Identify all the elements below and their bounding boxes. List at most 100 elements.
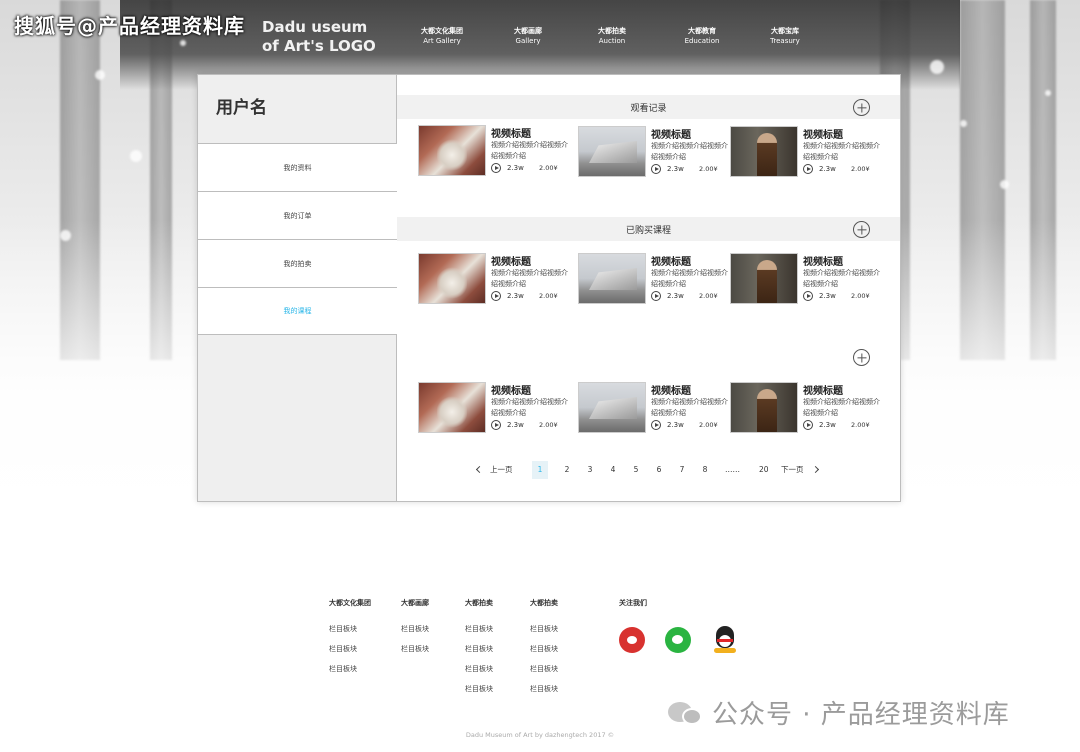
video-thumbnail[interactable] bbox=[578, 126, 646, 177]
video-thumbnail[interactable] bbox=[730, 126, 798, 177]
copyright: Dadu Museum of Art by dazhengtech 2017 © bbox=[465, 731, 615, 739]
history-more-icon[interactable] bbox=[853, 99, 870, 116]
nav-item-gallery[interactable]: 大都画廊 Gallery bbox=[488, 26, 568, 46]
nav-item-auction[interactable]: 大都拍卖 Auction bbox=[572, 26, 652, 46]
play-icon bbox=[651, 291, 661, 301]
sidebar-item-my-courses[interactable]: 我的课程 bbox=[198, 287, 397, 335]
play-icon bbox=[651, 164, 661, 174]
site-logo[interactable]: Dadu useum of Art's LOGO bbox=[262, 18, 376, 56]
video-title[interactable]: 视频标题 bbox=[803, 253, 843, 268]
footer-link[interactable]: 栏目板块 bbox=[401, 644, 429, 664]
sidebar-item-my-auctions[interactable]: 我的拍卖 bbox=[198, 239, 397, 287]
footer-link[interactable]: 栏目板块 bbox=[329, 624, 371, 644]
page-button-4[interactable]: 4 bbox=[608, 461, 618, 479]
next-page-button[interactable]: 下一页 bbox=[781, 461, 804, 479]
page-button-3[interactable]: 3 bbox=[585, 461, 595, 479]
snowflake bbox=[130, 150, 142, 162]
page-button-1[interactable]: 1 bbox=[532, 461, 548, 479]
footer-column-heading: 大都拍卖 bbox=[465, 599, 493, 607]
video-thumbnail[interactable] bbox=[578, 253, 646, 304]
nav-label: 大都教育 bbox=[688, 27, 716, 35]
play-icon bbox=[651, 420, 661, 430]
video-card[interactable]: 视频标题 视频介绍视频介绍视频介绍视频介绍 2.3w 2.00¥ bbox=[730, 253, 886, 305]
video-title[interactable]: 视频标题 bbox=[651, 382, 691, 397]
video-title[interactable]: 视频标题 bbox=[803, 126, 843, 141]
footer-link[interactable]: 栏目板块 bbox=[465, 664, 493, 684]
footer-follow: 关注我们 bbox=[619, 598, 647, 624]
qq-icon[interactable] bbox=[713, 626, 737, 654]
video-card[interactable]: 视频标题 视频介绍视频介绍视频介绍视频介绍 2.3w 2.00¥ bbox=[578, 382, 734, 434]
video-card[interactable]: 视频标题 视频介绍视频介绍视频介绍视频介绍 2.3w 2.00¥ bbox=[418, 382, 574, 434]
video-thumbnail[interactable] bbox=[418, 382, 486, 433]
history-section-header: 观看记录 bbox=[397, 95, 900, 119]
video-card[interactable]: 视频标题 视频介绍视频介绍视频介绍视频介绍 2.3w 2.00¥ bbox=[730, 126, 886, 178]
video-card[interactable]: 视频标题 视频介绍视频介绍视频介绍视频介绍 2.3w 2.00¥ bbox=[578, 253, 734, 305]
prev-chevron-icon[interactable] bbox=[475, 461, 484, 479]
footer-link[interactable]: 栏目板块 bbox=[530, 684, 558, 704]
next-chevron-icon[interactable] bbox=[811, 461, 820, 479]
footer-link[interactable]: 栏目板块 bbox=[329, 664, 371, 684]
snowflake bbox=[180, 40, 186, 46]
nav-item-education[interactable]: 大都教育 Education bbox=[662, 26, 742, 46]
username: 用户名 bbox=[216, 98, 267, 118]
nav-sublabel: Gallery bbox=[515, 37, 541, 45]
page-button-2[interactable]: 2 bbox=[562, 461, 572, 479]
video-title[interactable]: 视频标题 bbox=[491, 382, 531, 397]
footer-link[interactable]: 栏目板块 bbox=[465, 624, 493, 644]
footer-column: 大都拍卖 栏目板块 栏目板块 栏目板块 栏目板块 bbox=[530, 598, 558, 704]
footer-link[interactable]: 栏目板块 bbox=[401, 624, 429, 644]
play-icon bbox=[491, 163, 501, 173]
footer-link[interactable]: 栏目板块 bbox=[465, 644, 493, 664]
view-count: 2.3w bbox=[507, 421, 524, 429]
video-description: 视频介绍视频介绍视频介绍视频介绍 bbox=[491, 398, 568, 417]
video-title[interactable]: 视频标题 bbox=[491, 253, 531, 268]
video-card[interactable]: 视频标题 视频介绍视频介绍视频介绍视频介绍 2.3w 2.00¥ bbox=[578, 126, 734, 178]
page-ellipsis: …… bbox=[725, 465, 740, 474]
page-button-5[interactable]: 5 bbox=[631, 461, 641, 479]
video-description: 视频介绍视频介绍视频介绍视频介绍 bbox=[803, 269, 880, 288]
video-card[interactable]: 视频标题 视频介绍视频介绍视频介绍视频介绍 2.3w 2.00¥ bbox=[418, 125, 574, 177]
view-count: 2.3w bbox=[819, 292, 836, 300]
wechat-icon[interactable] bbox=[665, 627, 691, 653]
pagination: 上一页 1 2 3 4 5 6 7 8 …… 20 下一页 bbox=[397, 461, 900, 481]
video-price: 2.00¥ bbox=[851, 165, 870, 173]
footer-column-heading: 大都文化集团 bbox=[329, 599, 371, 607]
video-title[interactable]: 视频标题 bbox=[651, 253, 691, 268]
page-button-last[interactable]: 20 bbox=[759, 461, 769, 479]
footer-link[interactable]: 栏目板块 bbox=[530, 624, 558, 644]
video-thumbnail[interactable] bbox=[578, 382, 646, 433]
page-button-8[interactable]: 8 bbox=[700, 461, 710, 479]
video-thumbnail[interactable] bbox=[730, 382, 798, 433]
page-button-6[interactable]: 6 bbox=[654, 461, 664, 479]
footer-column-heading: 大都拍卖 bbox=[530, 599, 558, 607]
sidebar-item-my-orders[interactable]: 我的订单 bbox=[198, 191, 397, 239]
video-title[interactable]: 视频标题 bbox=[491, 125, 531, 140]
video-title[interactable]: 视频标题 bbox=[651, 126, 691, 141]
video-description: 视频介绍视频介绍视频介绍视频介绍 bbox=[651, 269, 728, 288]
main-content: 观看记录 视频标题 视频介绍视频介绍视频介绍视频介绍 2.3w 2.00¥ 视频… bbox=[397, 75, 900, 501]
page-button-7[interactable]: 7 bbox=[677, 461, 687, 479]
footer-link[interactable]: 栏目板块 bbox=[530, 664, 558, 684]
footer-column: 大都拍卖 栏目板块 栏目板块 栏目板块 栏目板块 bbox=[465, 598, 493, 704]
more-courses-icon[interactable] bbox=[853, 349, 870, 366]
video-card[interactable]: 视频标题 视频介绍视频介绍视频介绍视频介绍 2.3w 2.00¥ bbox=[730, 382, 886, 434]
video-price: 2.00¥ bbox=[539, 292, 558, 300]
nav-item-culture-group[interactable]: 大都文化集团 Art Gallery bbox=[402, 26, 482, 46]
video-price: 2.00¥ bbox=[851, 292, 870, 300]
video-thumbnail[interactable] bbox=[730, 253, 798, 304]
footer-link[interactable]: 栏目板块 bbox=[465, 684, 493, 704]
sidebar-item-my-profile[interactable]: 我的资料 bbox=[198, 143, 397, 191]
video-thumbnail[interactable] bbox=[418, 125, 486, 176]
video-title[interactable]: 视频标题 bbox=[803, 382, 843, 397]
purchased-more-icon[interactable] bbox=[853, 221, 870, 238]
weibo-icon[interactable] bbox=[619, 627, 645, 653]
view-count: 2.3w bbox=[819, 421, 836, 429]
footer-link[interactable]: 栏目板块 bbox=[530, 644, 558, 664]
footer-link[interactable]: 栏目板块 bbox=[329, 644, 371, 664]
nav-item-treasury[interactable]: 大都宝库 Treasury bbox=[745, 26, 825, 46]
view-count: 2.3w bbox=[667, 165, 684, 173]
logo-line-2: of Art's LOGO bbox=[262, 37, 376, 55]
video-thumbnail[interactable] bbox=[418, 253, 486, 304]
video-card[interactable]: 视频标题 视频介绍视频介绍视频介绍视频介绍 2.3w 2.00¥ bbox=[418, 253, 574, 305]
prev-page-button[interactable]: 上一页 bbox=[490, 461, 513, 479]
